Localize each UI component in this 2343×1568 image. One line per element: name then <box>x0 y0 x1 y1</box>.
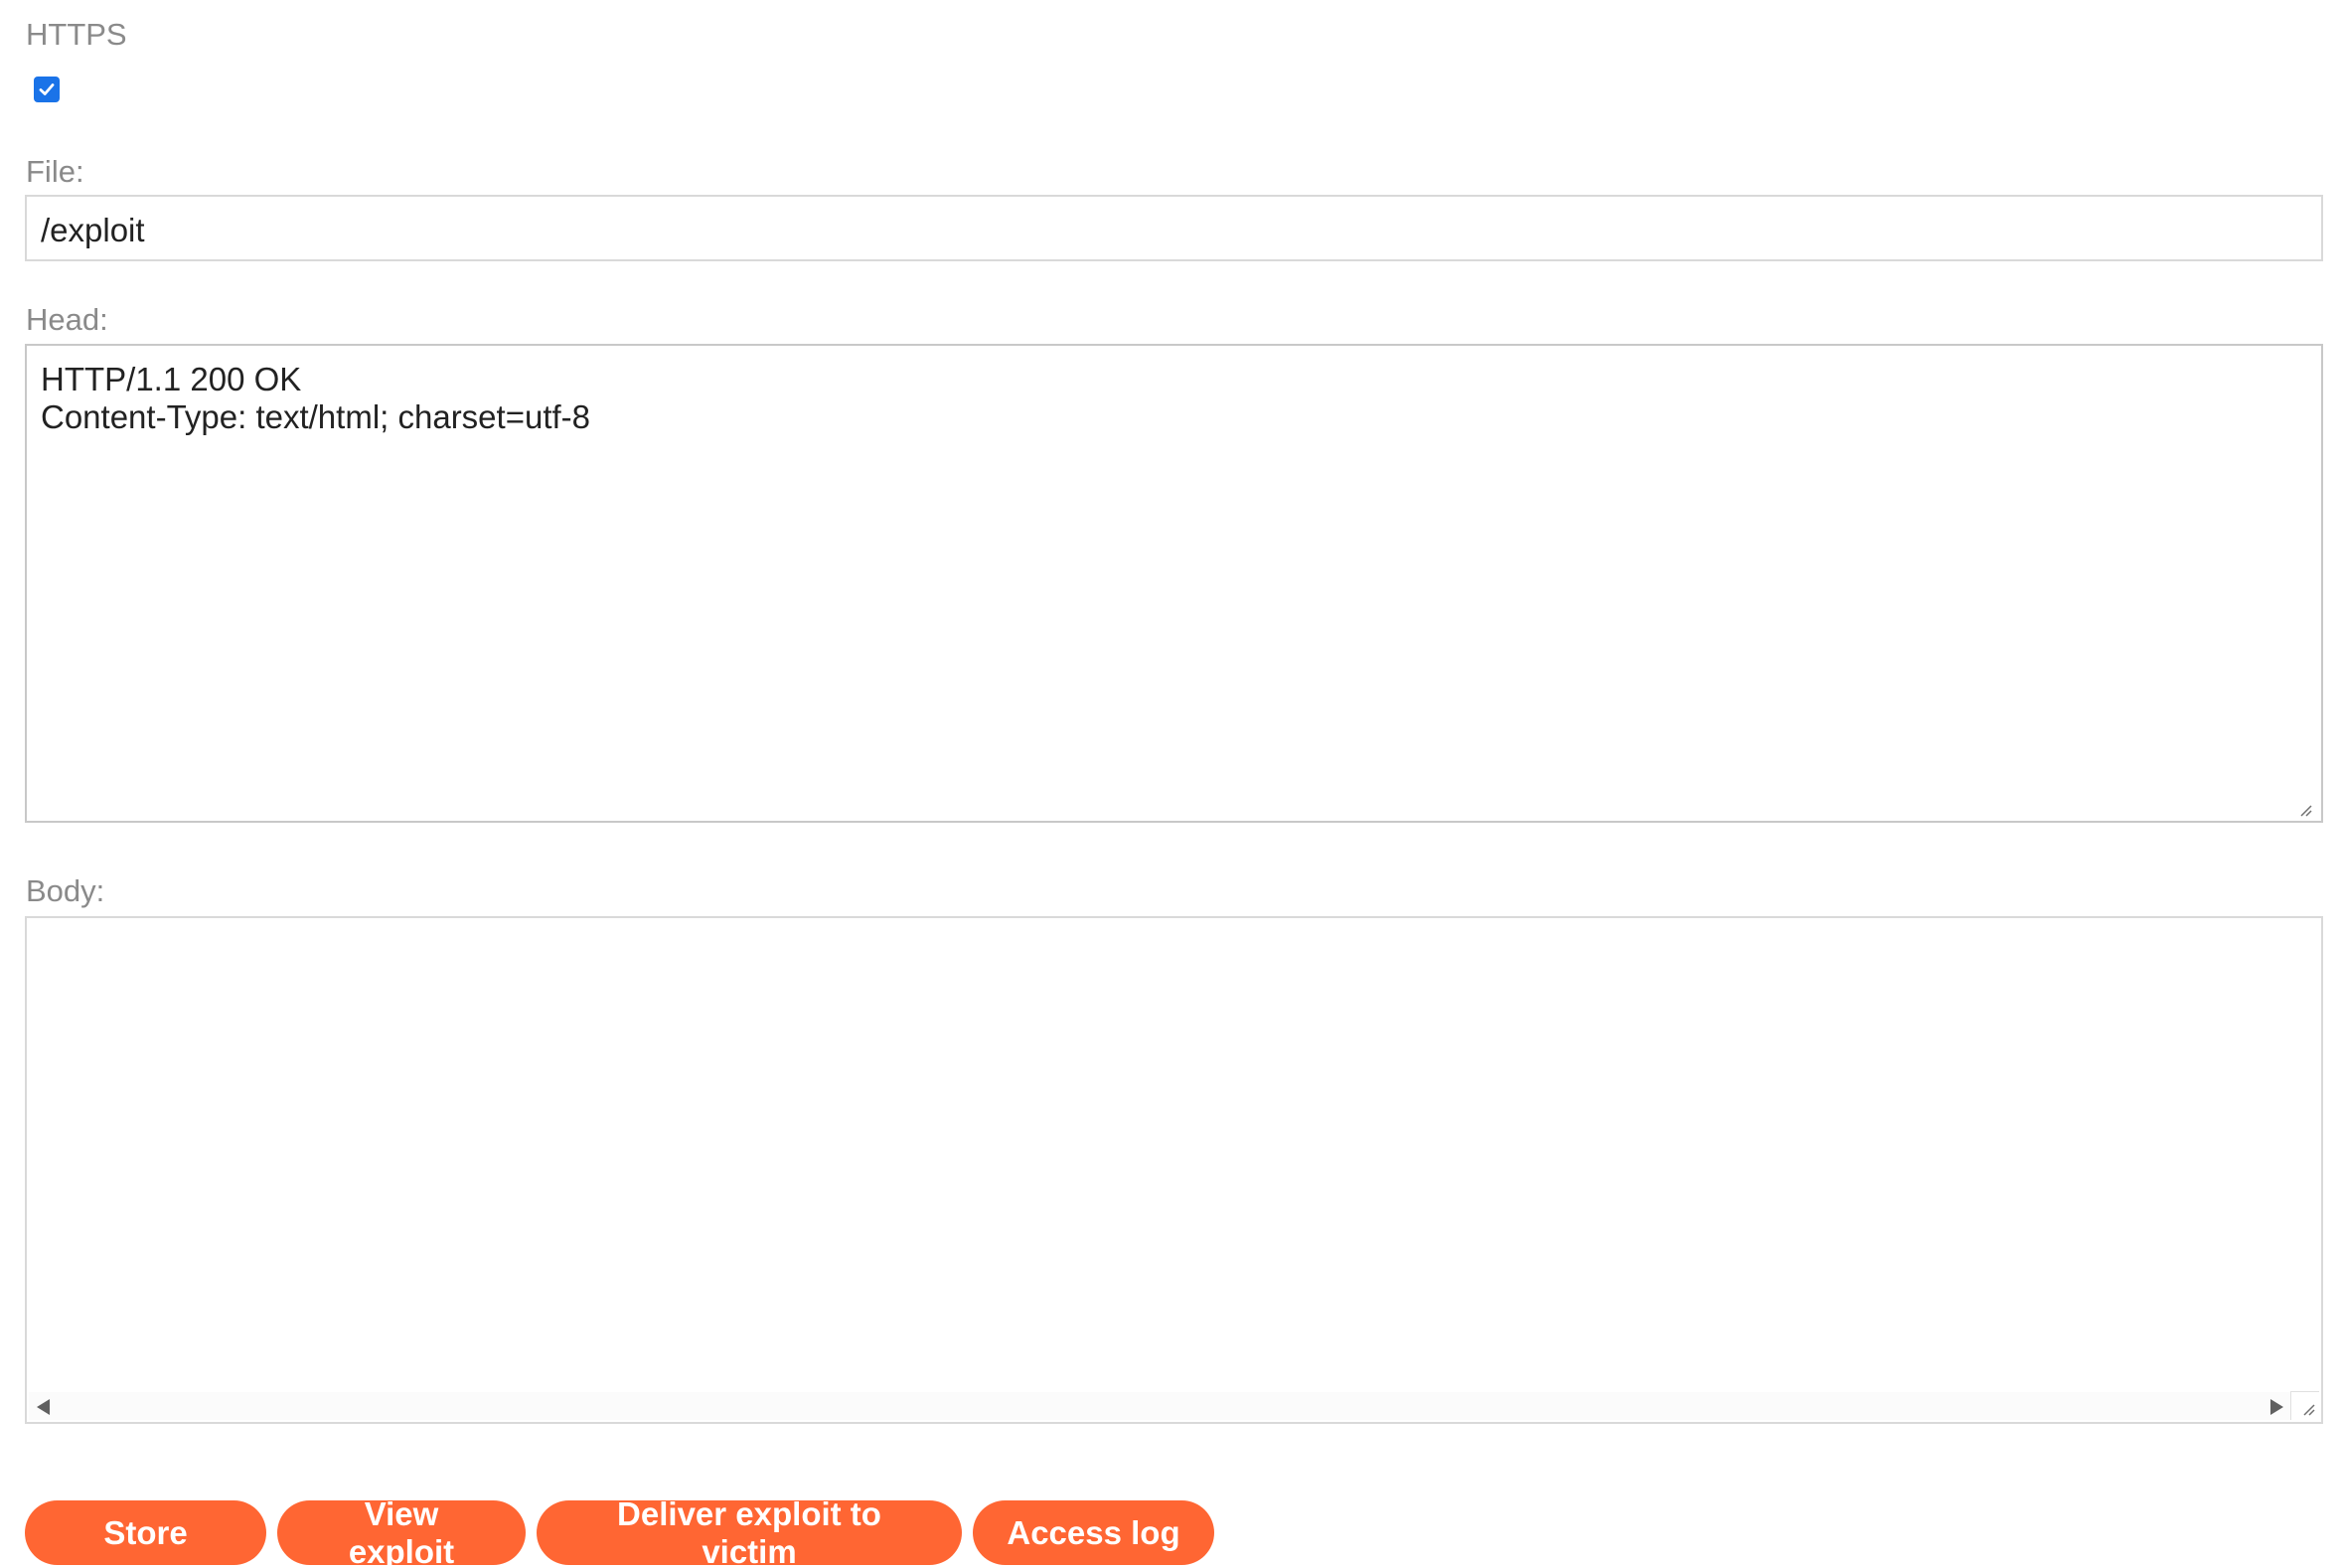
store-button[interactable]: Store <box>25 1500 266 1565</box>
resize-grip-icon <box>2300 805 2312 817</box>
checkmark-icon <box>39 83 55 95</box>
resize-grip-icon <box>2303 1404 2315 1416</box>
body-textarea[interactable] <box>25 916 2323 1424</box>
scroll-left-arrow-icon[interactable] <box>37 1399 50 1415</box>
head-label: Head: <box>26 302 108 337</box>
file-input[interactable]: /exploit <box>25 195 2323 261</box>
deliver-exploit-button[interactable]: Deliver exploit to victim <box>537 1495 962 1568</box>
body-label: Body: <box>26 873 105 908</box>
exploit-server-form: HTTPS File: /exploit Head: HTTP/1.1 200 … <box>0 0 2343 1568</box>
access-log-button[interactable]: Access log <box>973 1500 1214 1565</box>
body-textarea-content <box>27 918 2321 933</box>
horizontal-scrollbar[interactable] <box>29 1392 2291 1420</box>
view-exploit-button[interactable]: View exploit <box>277 1495 526 1568</box>
file-label: File: <box>26 154 84 189</box>
head-resize-grip[interactable] <box>2298 803 2312 817</box>
https-checkbox[interactable] <box>34 77 60 102</box>
head-textarea[interactable]: HTTP/1.1 200 OK Content-Type: text/html;… <box>25 344 2323 823</box>
action-buttons: Store View exploit Deliver exploit to vi… <box>25 1495 1214 1568</box>
scroll-right-arrow-icon[interactable] <box>2270 1399 2283 1415</box>
body-resize-grip[interactable] <box>2290 1391 2319 1420</box>
https-label: HTTPS <box>26 17 127 52</box>
